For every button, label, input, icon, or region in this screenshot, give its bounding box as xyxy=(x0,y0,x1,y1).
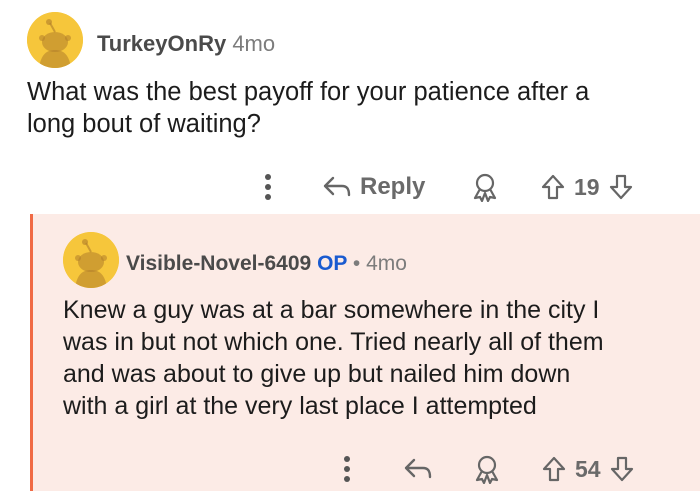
vertical-ellipsis-icon xyxy=(265,174,271,200)
meta-separator: • xyxy=(352,252,361,275)
username[interactable]: TurkeyOnRy xyxy=(97,31,226,56)
upvote-arrow-icon[interactable] xyxy=(540,173,566,201)
comment-text-line: What was the best payoff for your patien… xyxy=(27,78,590,106)
comment-author[interactable]: TurkeyOnRy 4mo xyxy=(97,31,275,57)
more-options-button[interactable] xyxy=(256,167,280,207)
reply-label: Reply xyxy=(360,173,426,200)
comment-text-line: with a girl at the very last place I att… xyxy=(63,392,537,420)
vote-count: 19 xyxy=(574,173,600,200)
comment-age: 4mo xyxy=(232,31,276,56)
comment-text-line: and was about to give up but nailed him … xyxy=(63,360,571,388)
reply-comment: Visible-Novel-6409 OP • 4mo Knew a guy w… xyxy=(30,214,700,491)
comment-text-line: Knew a guy was at a bar somewhere in the… xyxy=(63,296,600,324)
vertical-ellipsis-icon xyxy=(344,456,350,482)
vote-controls: 54 xyxy=(541,449,635,489)
award-icon xyxy=(473,173,497,202)
award-button[interactable] xyxy=(473,449,501,489)
reply-button[interactable] xyxy=(403,449,433,489)
avatar[interactable] xyxy=(63,232,119,288)
username[interactable]: Visible-Novel-6409 xyxy=(126,252,311,275)
reply-arrow-icon xyxy=(323,176,351,197)
vote-controls: 19 xyxy=(540,167,634,207)
comment-body: Knew a guy was at a bar somewhere in the… xyxy=(63,294,604,422)
award-icon xyxy=(475,455,499,484)
downvote-arrow-icon[interactable] xyxy=(608,173,634,201)
comment-text-line: was in but not which one. Tried nearly a… xyxy=(63,328,604,356)
avatar[interactable] xyxy=(27,12,83,68)
snoo-avatar-icon xyxy=(27,12,83,68)
more-options-button[interactable] xyxy=(335,449,359,489)
award-button[interactable] xyxy=(471,167,499,207)
parent-comment: TurkeyOnRy 4mo What was the best payoff … xyxy=(0,0,700,214)
comment-text-line: long bout of waiting? xyxy=(27,110,261,138)
comment-body: What was the best payoff for your patien… xyxy=(27,76,589,140)
upvote-arrow-icon[interactable] xyxy=(541,455,567,483)
comment-age: 4mo xyxy=(366,252,407,275)
comment-author[interactable]: Visible-Novel-6409 OP • 4mo xyxy=(126,252,407,276)
op-badge: OP xyxy=(317,252,348,275)
downvote-arrow-icon[interactable] xyxy=(609,455,635,483)
vote-count: 54 xyxy=(575,455,601,482)
reply-button[interactable]: Reply xyxy=(322,167,425,207)
snoo-avatar-icon xyxy=(63,232,119,288)
reply-arrow-icon xyxy=(404,458,432,479)
